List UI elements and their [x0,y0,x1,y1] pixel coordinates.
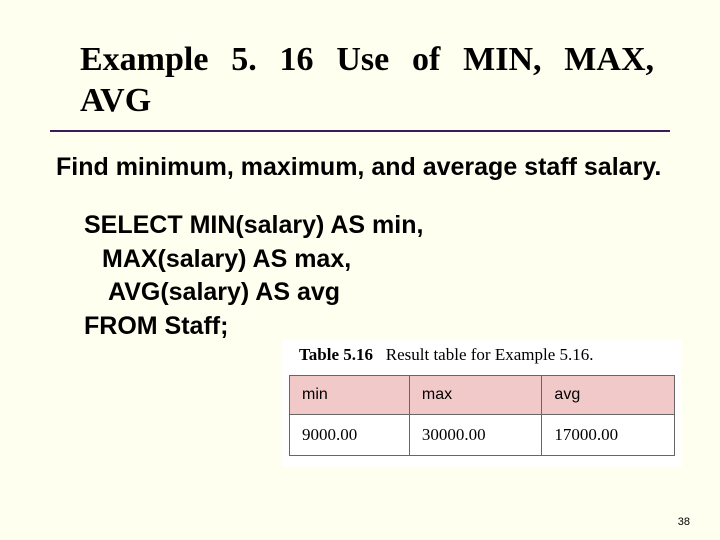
slide: Example 5. 16 Use of MIN, MAX, AVG Find … [0,0,720,540]
table-header-row: min max avg [290,376,675,415]
title-line-1: Example 5. 16 Use of MIN, MAX, [80,41,654,78]
sql-line-1: SELECT MIN(salary) AS min, [84,211,423,239]
title-line-2: AVG [80,81,654,122]
slide-title: Example 5. 16 Use of MIN, MAX, AVG [50,40,670,132]
sql-line-4: FROM Staff; [84,310,670,344]
table-caption-bold: Table 5.16 [299,345,373,364]
col-min: min [290,376,410,415]
col-avg: avg [542,376,675,415]
sql-block: SELECT MIN(salary) AS min, MAX(salary) A… [50,209,670,344]
col-max: max [409,376,542,415]
page-number: 38 [678,516,690,528]
table-caption: Table 5.16 Result table for Example 5.16… [289,345,675,365]
result-table-box: Table 5.16 Result table for Example 5.16… [282,340,682,467]
cell-min: 9000.00 [290,415,410,456]
result-table: min max avg 9000.00 30000.00 17000.00 [289,375,675,456]
table-row: 9000.00 30000.00 17000.00 [290,415,675,456]
problem-statement: Find minimum, maximum, and average staff… [50,152,670,183]
cell-max: 30000.00 [409,415,542,456]
table-caption-text: Result table for Example 5.16. [386,345,594,364]
sql-line-2: MAX(salary) AS max, [84,243,670,277]
sql-line-3: AVG(salary) AS avg [84,276,670,310]
cell-avg: 17000.00 [542,415,675,456]
